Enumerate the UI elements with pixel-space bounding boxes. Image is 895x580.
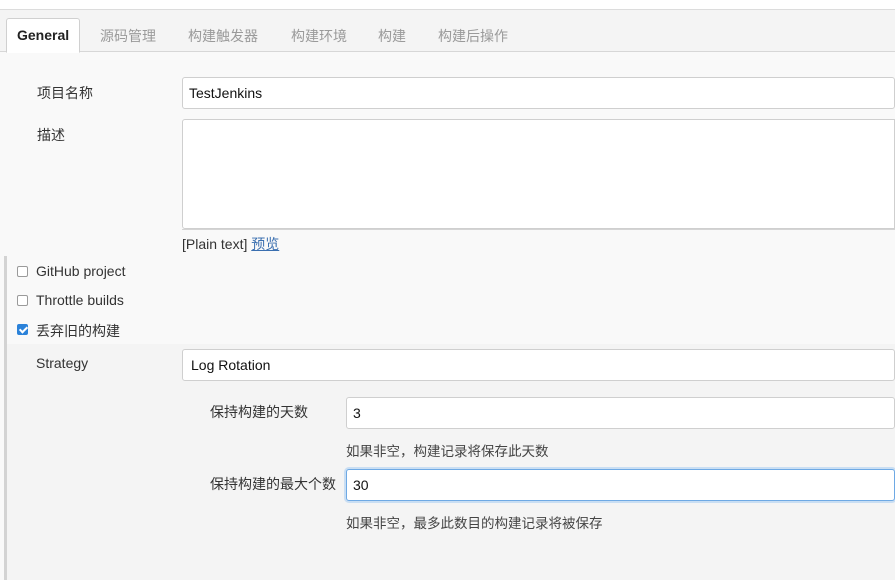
top-strip bbox=[0, 0, 895, 10]
project-name-input[interactable]: TestJenkins bbox=[182, 77, 895, 109]
days-to-keep-input[interactable]: 3 bbox=[346, 397, 895, 429]
description-format-hint: [Plain text] 预览 bbox=[182, 234, 279, 254]
textarea-bottom-edge bbox=[182, 229, 895, 233]
max-builds-help: 如果非空，最多此数目的构建记录将被保存 bbox=[346, 516, 603, 531]
throttle-builds-checkbox[interactable] bbox=[17, 295, 28, 306]
strategy-label: Strategy bbox=[36, 355, 89, 371]
max-builds-input[interactable]: 30 bbox=[346, 469, 895, 501]
tab-build-triggers[interactable]: 构建触发器 bbox=[188, 26, 258, 46]
preview-link[interactable]: 预览 bbox=[251, 236, 279, 252]
tab-general[interactable]: General bbox=[6, 18, 81, 53]
project-name-label: 项目名称 bbox=[37, 85, 93, 101]
throttle-builds-label[interactable]: Throttle builds bbox=[36, 292, 124, 308]
tab-post-build-actions[interactable]: 构建后操作 bbox=[438, 26, 508, 46]
strategy-select[interactable]: Log Rotation bbox=[182, 349, 895, 381]
max-builds-label: 保持构建的最大个数 bbox=[210, 476, 336, 492]
config-tab-bar: General 源码管理 构建触发器 构建环境 构建 构建后操作 bbox=[0, 10, 895, 53]
discard-old-builds-checkbox[interactable] bbox=[17, 324, 28, 335]
description-textarea[interactable] bbox=[182, 119, 895, 229]
github-project-label[interactable]: GitHub project bbox=[36, 263, 125, 279]
days-to-keep-help: 如果非空，构建记录将保存此天数 bbox=[346, 444, 549, 459]
tab-build-environment[interactable]: 构建环境 bbox=[291, 26, 347, 46]
tab-build[interactable]: 构建 bbox=[378, 26, 406, 46]
format-prefix: [Plain text] bbox=[182, 236, 248, 252]
description-label: 描述 bbox=[37, 127, 65, 143]
days-to-keep-label: 保持构建的天数 bbox=[210, 404, 308, 420]
discard-old-builds-label[interactable]: 丢弃旧的构建 bbox=[36, 321, 120, 341]
github-project-checkbox[interactable] bbox=[17, 266, 28, 277]
tab-source-control[interactable]: 源码管理 bbox=[100, 26, 156, 46]
